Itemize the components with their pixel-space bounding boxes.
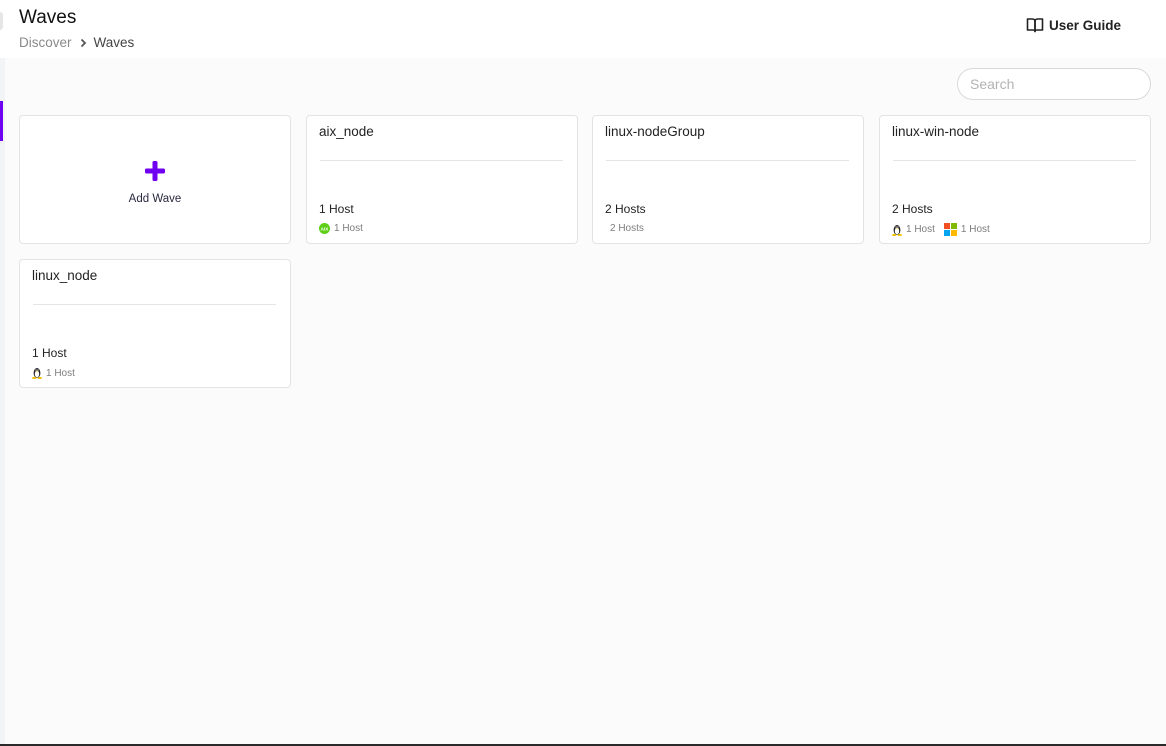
chevron-right-icon <box>80 38 87 48</box>
wave-host-count: 2 Hosts <box>605 202 646 216</box>
host-breakdown: 1 Host <box>32 367 84 379</box>
host-breakdown: 2 Hosts <box>605 223 653 234</box>
wave-card[interactable]: linux_node 1 Host 1 Host <box>19 259 291 388</box>
page-header: Waves Discover Waves User Guide <box>0 0 1166 58</box>
aix-icon: AIX <box>319 223 330 234</box>
os-host-count: 1 Host <box>906 224 935 235</box>
wave-host-count: 1 Host <box>319 202 354 216</box>
wave-name: aix_node <box>319 124 374 139</box>
os-host-count: 1 Host <box>334 223 363 234</box>
wave-card[interactable]: aix_node 1 Host AIX 1 Host <box>306 115 578 244</box>
left-rail <box>0 58 5 744</box>
card-divider <box>33 304 276 305</box>
plus-icon <box>144 160 166 187</box>
os-host-count: 1 Host <box>46 367 75 379</box>
card-divider <box>893 160 1136 161</box>
user-guide-label: User Guide <box>1049 17 1122 33</box>
wave-host-count: 2 Hosts <box>892 202 933 216</box>
wave-card[interactable]: linux-win-node 2 Hosts 1 Host 1 Host <box>879 115 1151 244</box>
card-divider <box>320 160 563 161</box>
os-breakdown-item: 2 Hosts <box>605 223 644 234</box>
breadcrumb-waves: Waves <box>93 35 135 50</box>
book-icon <box>1026 17 1049 33</box>
wave-host-count: 1 Host <box>32 346 67 360</box>
os-host-count: 2 Hosts <box>610 223 644 234</box>
windows-icon <box>943 223 957 236</box>
search-input[interactable] <box>957 68 1151 100</box>
header-edge-handle <box>0 12 3 30</box>
rail-active-indicator <box>0 101 3 141</box>
breadcrumb-discover[interactable]: Discover <box>19 35 72 50</box>
wave-card[interactable]: linux-nodeGroup 2 Hosts 2 Hosts <box>592 115 864 244</box>
linux-icon <box>892 224 902 236</box>
linux-icon <box>32 367 42 379</box>
host-breakdown: 1 Host 1 Host <box>892 223 999 236</box>
os-host-count: 1 Host <box>960 224 990 235</box>
card-divider <box>606 160 849 161</box>
host-breakdown: AIX 1 Host <box>319 223 372 234</box>
page-title: Waves <box>19 7 77 28</box>
user-guide-link[interactable]: User Guide <box>1026 17 1121 33</box>
breadcrumb: Discover Waves <box>19 35 134 50</box>
os-breakdown-item: 1 Host <box>32 367 75 379</box>
os-breakdown-item: 1 Host <box>943 223 990 236</box>
wave-name: linux-win-node <box>892 124 980 139</box>
add-wave-card[interactable]: Add Wave <box>19 115 291 244</box>
wave-name: linux-nodeGroup <box>605 124 705 139</box>
os-breakdown-item: 1 Host <box>892 224 935 236</box>
os-breakdown-item: AIX 1 Host <box>319 223 363 234</box>
wave-name: linux_node <box>32 268 98 283</box>
svg-text:AIX: AIX <box>321 226 330 231</box>
main-content: Add Wave aix_node 1 Host AIX 1 Host linu… <box>0 58 1166 744</box>
add-wave-label: Add Wave <box>128 193 182 205</box>
